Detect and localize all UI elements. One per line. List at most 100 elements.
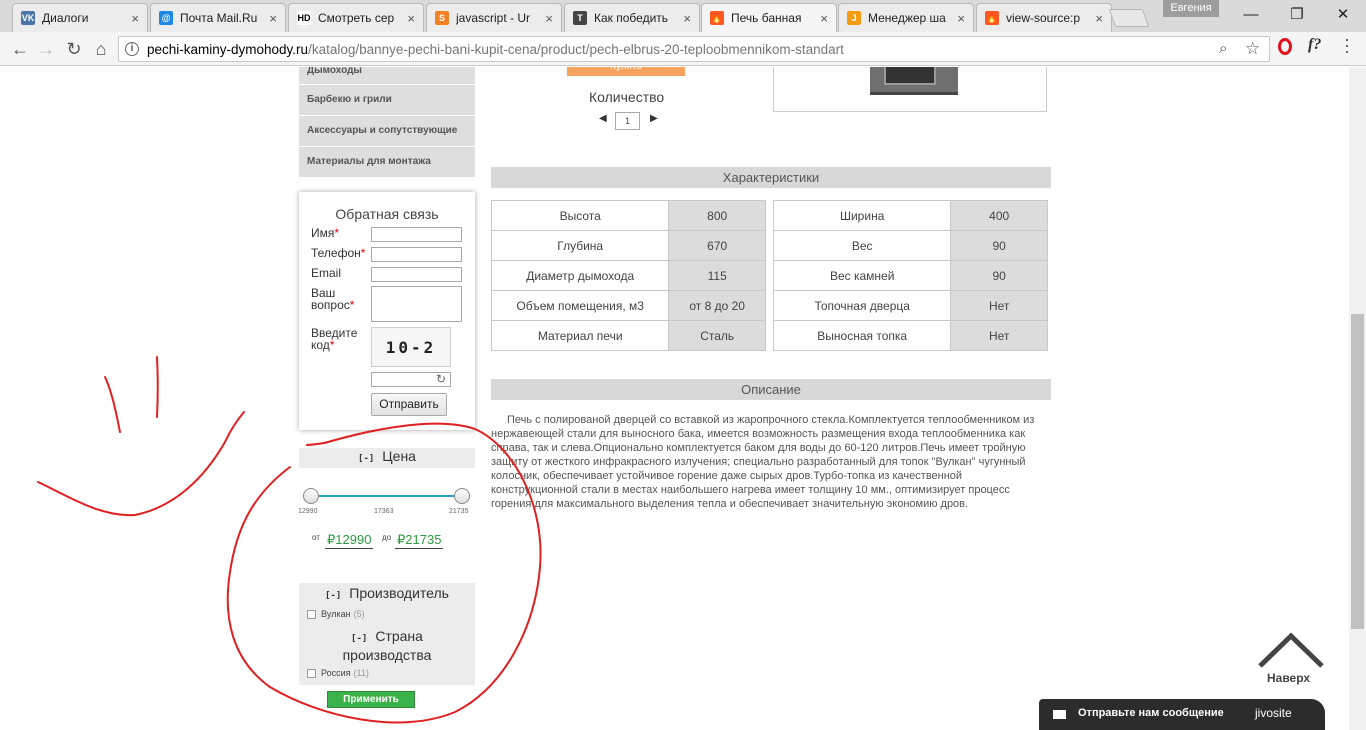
browser-tab[interactable]: J Менеджер ша × (838, 3, 974, 32)
new-tab-button[interactable] (1108, 9, 1150, 27)
tab-favicon-icon: 🔥 (985, 11, 999, 25)
tab-label: Как победить (594, 11, 669, 25)
spec-value: 670 (668, 230, 766, 261)
spec-key: Глубина (490, 230, 670, 261)
feedback-title: Обратная связь (335, 206, 439, 222)
category-item-accessories[interactable]: Аксессуары и сопутствующие (299, 116, 475, 146)
tab-close-icon[interactable]: × (1095, 11, 1103, 26)
tab-close-icon[interactable]: × (269, 11, 277, 26)
spec-row: Глубина 670 (490, 230, 766, 261)
tab-favicon-icon: T (573, 11, 587, 25)
description-header: Описание (491, 379, 1051, 400)
phone-field[interactable] (371, 247, 462, 262)
category-item-chimneys[interactable]: Дымоходы (299, 67, 475, 84)
spec-row: Диаметр дымохода 115 (490, 260, 766, 291)
quantity-increase-icon[interactable]: ▶ (650, 113, 658, 124)
price-slider-min-handle[interactable] (303, 488, 319, 504)
tab-close-icon[interactable]: × (545, 11, 553, 26)
apply-filter-button[interactable]: Применить (327, 691, 415, 708)
category-item-materials[interactable]: Материалы для монтажа (299, 147, 475, 177)
tab-label: Диалоги (42, 11, 89, 25)
question-field[interactable] (371, 286, 462, 322)
specs-table-left: Высота 800 Глубина 670 Диаметр дымохода 115 Об… (490, 200, 766, 351)
tab-close-icon[interactable]: × (957, 11, 965, 26)
browser-tab[interactable]: 🔥 view-source:p × (976, 3, 1112, 32)
tab-label: Почта Mail.Ru (180, 11, 258, 25)
browser-menu-icon[interactable]: · · · (1344, 30, 1350, 60)
browser-tab[interactable]: VK Диалоги × (12, 3, 148, 32)
page-scrollbar[interactable] (1349, 67, 1366, 730)
scroll-top-label[interactable]: Наверх (1267, 671, 1310, 685)
price-slider-track[interactable] (311, 495, 462, 497)
tab-favicon-icon: J (847, 11, 861, 25)
price-slider-max-handle[interactable] (454, 488, 470, 504)
zoom-icon[interactable]: ⌕ (1219, 40, 1227, 57)
manufacturer-filter: [-] Производитель Вулкан (5) [-] Страна прои… (299, 583, 475, 685)
code-label: Введите код* (311, 326, 358, 352)
site-info-icon[interactable]: i (125, 42, 139, 56)
vulkan-checkbox[interactable] (307, 609, 316, 619)
description-text: Печь с полированой дверцей со вставкой и… (491, 414, 1035, 510)
home-icon[interactable]: ⌂ (89, 37, 113, 61)
browser-toolbar: ← → ↻ ⌂ i pechi-kaminy-dymohody.ru/katal… (0, 32, 1366, 66)
price-filter-header[interactable]: [-] Цена (299, 448, 475, 468)
spec-value: Сталь (668, 320, 766, 351)
tab-label: Менеджер ша (868, 11, 946, 25)
forward-icon[interactable]: → (34, 37, 58, 61)
opera-extension-icon[interactable] (1278, 38, 1292, 55)
browser-tab[interactable]: @ Почта Mail.Ru × (150, 3, 286, 32)
jivo-brand: jivosite (1255, 706, 1292, 720)
spec-value: 115 (668, 260, 766, 291)
url-domain: pechi-kaminy-dymohody.ru (147, 42, 309, 57)
back-icon[interactable]: ← (8, 37, 32, 61)
category-menu: Дымоходы Барбекю и грили Аксессуары и со… (299, 67, 475, 178)
function-extension-icon[interactable]: f? (1308, 36, 1321, 54)
spec-key: Диаметр дымохода (490, 260, 670, 291)
spec-key: Топочная дверца (772, 290, 952, 321)
category-item-bbq[interactable]: Барбекю и грили (299, 85, 475, 115)
browser-tab[interactable]: 🔥 Печь банная × (701, 3, 837, 32)
price-tick-min: 12990 (298, 508, 318, 515)
manufacturer-option-vulkan[interactable]: Вулкан (5) (307, 609, 365, 619)
price-from-input[interactable]: ₽12990 (325, 532, 374, 549)
price-to-label: до (382, 533, 392, 542)
url-path: /katalog/bannye-pechi-bani-kupit-cena/pr… (308, 42, 844, 57)
url-text: pechi-kaminy-dymohody.ru/katalog/bannye-… (147, 42, 844, 57)
email-label: Email (311, 266, 342, 280)
tab-close-icon[interactable]: × (131, 11, 139, 26)
profile-button[interactable]: Евгения (1163, 0, 1219, 17)
tab-close-icon[interactable]: × (407, 11, 415, 26)
browser-tab[interactable]: Sjavascript - Ur × (426, 3, 562, 32)
spec-key: Вес (772, 230, 952, 261)
scrollbar-thumb[interactable] (1351, 314, 1364, 629)
name-field[interactable] (371, 227, 462, 242)
quantity-input[interactable]: 1 (615, 112, 640, 130)
reload-icon[interactable]: ↻ (62, 37, 86, 61)
stove-door-picture (884, 67, 936, 85)
address-bar[interactable]: i pechi-kaminy-dymohody.ru/katalog/banny… (118, 36, 1270, 62)
captcha-refresh-icon[interactable]: ↻ (432, 372, 450, 387)
spec-key: Ширина (772, 200, 952, 231)
browser-tab[interactable]: HD Смотреть сер × (288, 3, 424, 32)
spec-key: Высота (490, 200, 670, 231)
spec-value: Нет (950, 320, 1048, 351)
price-toggle[interactable]: [-] (358, 454, 374, 464)
jivosite-chat-widget[interactable]: Отправьте нам сообщение jivosite (1039, 699, 1325, 730)
price-to-input[interactable]: ₽21735 (395, 532, 444, 549)
russia-checkbox[interactable] (307, 668, 316, 678)
email-field[interactable] (371, 267, 462, 282)
minimize-icon[interactable]: — (1228, 0, 1274, 28)
browser-tab[interactable]: T Как победить × (564, 3, 700, 32)
country-filter-header[interactable]: [-] Страна производства (299, 628, 475, 663)
close-window-icon[interactable]: ✕ (1320, 0, 1366, 28)
quantity-decrease-icon[interactable]: ◀ (599, 113, 607, 124)
tab-close-icon[interactable]: × (820, 11, 828, 26)
buy-button[interactable]: Купить (567, 67, 685, 76)
feedback-submit-button[interactable]: Отправить (371, 393, 447, 416)
tab-close-icon[interactable]: × (683, 11, 691, 26)
manufacturer-filter-header[interactable]: [-] Производитель (299, 585, 475, 601)
spec-value: 800 (668, 200, 766, 231)
maximize-icon[interactable]: ❐ (1274, 0, 1320, 28)
country-option-russia[interactable]: Россия (11) (307, 668, 369, 678)
bookmark-star-icon[interactable]: ☆ (1245, 39, 1260, 59)
